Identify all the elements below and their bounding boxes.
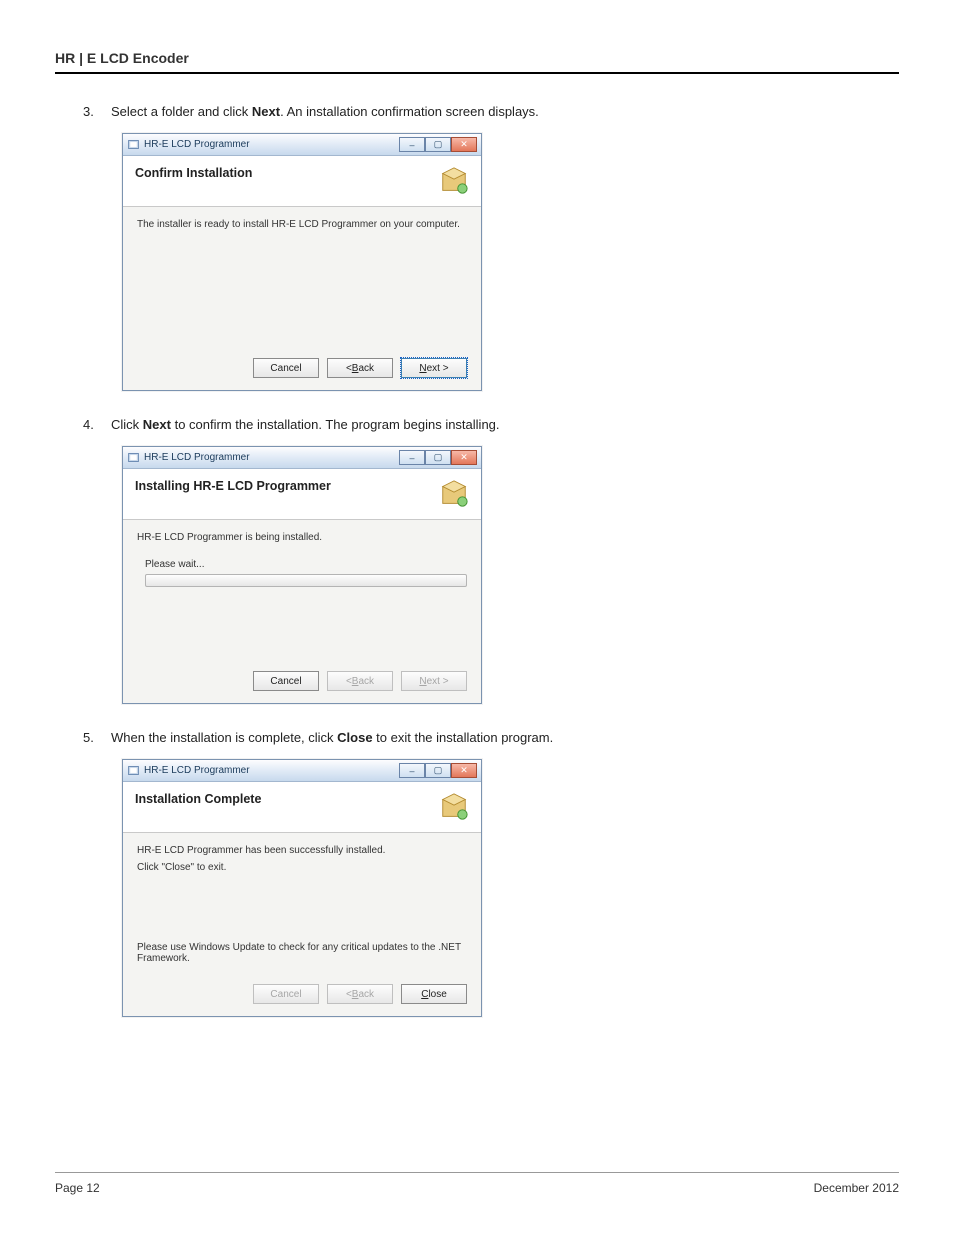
- text: ack: [358, 989, 374, 1000]
- dialog-header: Installing HR-E LCD Programmer: [123, 469, 481, 520]
- dialog-title: Confirm Installation: [135, 166, 252, 180]
- next-button[interactable]: Next >: [401, 358, 467, 378]
- installer-icon: [127, 451, 140, 464]
- dialog-installing: HR-E LCD Programmer – ▢ ✕ Installing HR-…: [122, 446, 899, 704]
- installer-icon: [127, 138, 140, 151]
- step-number: 5.: [83, 730, 111, 745]
- button-row: Cancel < Back Next >: [123, 661, 481, 703]
- progress-label: Please wait...: [145, 559, 467, 570]
- back-button[interactable]: < Back: [327, 358, 393, 378]
- text: ack: [358, 363, 374, 374]
- installer-icon: [127, 764, 140, 777]
- mnemonic: C: [421, 989, 428, 1000]
- progress-bar: [145, 574, 467, 587]
- dialog-text: HR-E LCD Programmer is being installed.: [137, 532, 467, 543]
- text: to exit the installation program.: [373, 730, 554, 745]
- dialog-header: Confirm Installation: [123, 156, 481, 207]
- text: lose: [428, 989, 446, 1000]
- close-button[interactable]: ✕: [451, 137, 477, 152]
- bold-next: Next: [143, 417, 171, 432]
- window-title: HR-E LCD Programmer: [144, 139, 395, 150]
- step-text: When the installation is complete, click…: [111, 730, 553, 745]
- text: Select a folder and click: [111, 104, 252, 119]
- step-5: 5. When the installation is complete, cl…: [83, 730, 899, 745]
- minimize-button[interactable]: –: [399, 763, 425, 778]
- step-3: 3. Select a folder and click Next. An in…: [83, 104, 899, 119]
- mnemonic: B: [352, 989, 359, 1000]
- minimize-button[interactable]: –: [399, 450, 425, 465]
- maximize-button[interactable]: ▢: [425, 137, 451, 152]
- text: ack: [358, 676, 374, 687]
- cancel-button[interactable]: Cancel: [253, 358, 319, 378]
- bold-close: Close: [337, 730, 372, 745]
- next-button: Next >: [401, 671, 467, 691]
- button-row: Cancel < Back Next >: [123, 348, 481, 390]
- titlebar: HR-E LCD Programmer – ▢ ✕: [123, 447, 481, 469]
- text: . An installation confirmation screen di…: [280, 104, 539, 119]
- cancel-button: Cancel: [253, 984, 319, 1004]
- dialog-title: Installation Complete: [135, 792, 261, 806]
- text: Click: [111, 417, 143, 432]
- dialog-text: Click "Close" to exit.: [137, 862, 467, 873]
- step-text: Click Next to confirm the installation. …: [111, 417, 500, 432]
- button-row: Cancel < Back Close: [123, 974, 481, 1016]
- page-number: Page 12: [55, 1181, 100, 1195]
- document-header: HR | E LCD Encoder: [55, 50, 899, 74]
- back-button: < Back: [327, 671, 393, 691]
- step-number: 3.: [83, 104, 111, 119]
- text: ext >: [427, 363, 449, 374]
- dialog-text: The installer is ready to install HR-E L…: [137, 219, 467, 230]
- back-button: < Back: [327, 984, 393, 1004]
- minimize-button[interactable]: –: [399, 137, 425, 152]
- box-icon: [439, 166, 469, 196]
- mnemonic: B: [352, 676, 359, 687]
- close-dialog-button[interactable]: Close: [401, 984, 467, 1004]
- titlebar: HR-E LCD Programmer – ▢ ✕: [123, 760, 481, 782]
- dialog-title: Installing HR-E LCD Programmer: [135, 479, 331, 493]
- net-framework-message: Please use Windows Update to check for a…: [123, 922, 481, 974]
- close-button[interactable]: ✕: [451, 450, 477, 465]
- close-button[interactable]: ✕: [451, 763, 477, 778]
- page-footer: Page 12 December 2012: [55, 1172, 899, 1195]
- step-number: 4.: [83, 417, 111, 432]
- step-text: Select a folder and click Next. An insta…: [111, 104, 539, 119]
- titlebar: HR-E LCD Programmer – ▢ ✕: [123, 134, 481, 156]
- dialog-installation-complete: HR-E LCD Programmer – ▢ ✕ Installation C…: [122, 759, 899, 1017]
- progress-section: Please wait...: [123, 559, 481, 587]
- box-icon: [439, 479, 469, 509]
- text: ext >: [427, 676, 449, 687]
- mnemonic: B: [352, 363, 359, 374]
- maximize-button[interactable]: ▢: [425, 763, 451, 778]
- window-title: HR-E LCD Programmer: [144, 765, 395, 776]
- step-4: 4. Click Next to confirm the installatio…: [83, 417, 899, 432]
- mnemonic: N: [419, 363, 426, 374]
- box-icon: [439, 792, 469, 822]
- bold-next: Next: [252, 104, 280, 119]
- text: to confirm the installation. The program…: [171, 417, 500, 432]
- mnemonic: N: [419, 676, 426, 687]
- text: When the installation is complete, click: [111, 730, 337, 745]
- maximize-button[interactable]: ▢: [425, 450, 451, 465]
- dialog-header: Installation Complete: [123, 782, 481, 833]
- dialog-confirm-installation: HR-E LCD Programmer – ▢ ✕ Confirm Instal…: [122, 133, 899, 391]
- dialog-text: HR-E LCD Programmer has been successfull…: [137, 845, 467, 856]
- window-title: HR-E LCD Programmer: [144, 452, 395, 463]
- cancel-button[interactable]: Cancel: [253, 671, 319, 691]
- footer-date: December 2012: [814, 1181, 899, 1195]
